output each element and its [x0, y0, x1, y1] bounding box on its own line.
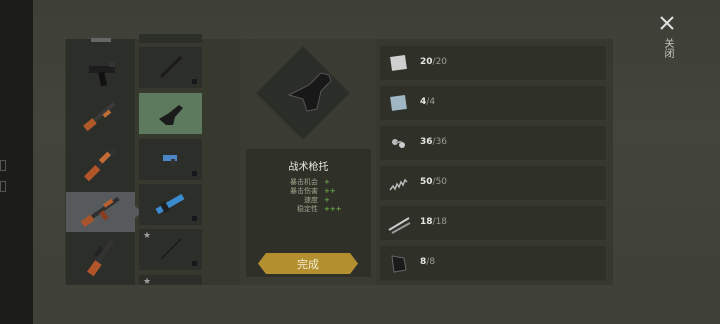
part-stats: 暴击机会 + 暴击伤害 ++ 速度 + 稳定性 +++: [282, 178, 372, 214]
material-count: 50/50: [420, 177, 448, 187]
stat-row: 稳定性 +++: [282, 205, 372, 214]
metal-plate-icon: [390, 54, 407, 71]
stat-row: 速度 +: [282, 196, 372, 205]
weapon-icon: [90, 38, 111, 42]
lock-icon: [192, 261, 197, 266]
rods-icon: [388, 217, 411, 234]
smg-icon: [88, 62, 115, 87]
part-item-barrel[interactable]: [139, 47, 202, 88]
material-row: 20/20: [380, 46, 606, 80]
weapon-item-rifle[interactable]: [66, 145, 135, 185]
weapon-list[interactable]: [66, 38, 142, 285]
done-button[interactable]: 完成: [258, 253, 358, 274]
tactical-stock-icon: [159, 105, 183, 125]
tactical-stock-preview-icon: [287, 72, 332, 112]
material-count: 8/8: [420, 257, 436, 267]
left-system-bar: [0, 0, 33, 324]
hunting-rifle-icon: [86, 239, 114, 277]
shotgun-icon: [82, 102, 115, 132]
star-icon: ★: [143, 277, 152, 287]
stat-value: ++: [324, 187, 336, 195]
lock-icon: [192, 171, 197, 176]
spring-icon: [389, 178, 408, 191]
lock-icon: [192, 216, 197, 221]
assault-rifle-icon: [80, 196, 120, 228]
stat-value: +++: [324, 205, 342, 213]
material-row: 50/50: [380, 166, 606, 200]
stat-label: 稳定性: [297, 205, 318, 213]
part-item-scope[interactable]: [139, 139, 202, 180]
material-count: 36/36: [420, 137, 448, 147]
stat-label: 暴击伤害: [290, 187, 318, 195]
stat-label: 暴击机会: [290, 178, 318, 186]
material-count: 20/20: [420, 57, 448, 67]
part-list[interactable]: ★ ★: [139, 34, 203, 287]
close-label[interactable]: 关闭: [660, 38, 674, 58]
stat-value: +: [324, 196, 330, 204]
weapon-item-shotgun[interactable]: [66, 96, 135, 136]
part-item-bayonet[interactable]: ★: [139, 229, 202, 270]
part-item-tactical-stock[interactable]: [139, 93, 202, 134]
stat-label: 速度: [304, 196, 318, 204]
material-count: 4/4: [420, 97, 436, 107]
weapon-item-smg[interactable]: [66, 53, 135, 93]
rifle-icon: [83, 148, 116, 182]
stat-row: 暴击机会 +: [282, 178, 372, 187]
part-item-partial-bottom[interactable]: ★: [139, 275, 202, 287]
material-row: 8/8: [380, 246, 606, 280]
part-item-partial[interactable]: [139, 34, 202, 43]
material-row: 18/18: [380, 206, 606, 240]
lock-icon: [192, 79, 197, 84]
part-name: 战术枪托: [288, 162, 329, 173]
material-row: 36/36: [380, 126, 606, 160]
stat-value: +: [324, 178, 330, 186]
part-item-blue-mod[interactable]: [139, 184, 202, 225]
leather-icon: [391, 255, 407, 273]
weapon-item-assault-rifle[interactable]: [66, 192, 142, 232]
close-icon[interactable]: [658, 14, 676, 32]
weapon-item-hunting-rifle[interactable]: [66, 237, 135, 277]
weapon-item-partial[interactable]: [66, 33, 135, 49]
stat-row: 暴击伤害 ++: [282, 187, 372, 196]
bolts-icon: [392, 139, 405, 148]
material-count: 18/18: [420, 217, 448, 227]
side-marks: [0, 160, 6, 210]
material-row: 4/4: [380, 86, 606, 120]
glass-plate-icon: [390, 94, 407, 111]
